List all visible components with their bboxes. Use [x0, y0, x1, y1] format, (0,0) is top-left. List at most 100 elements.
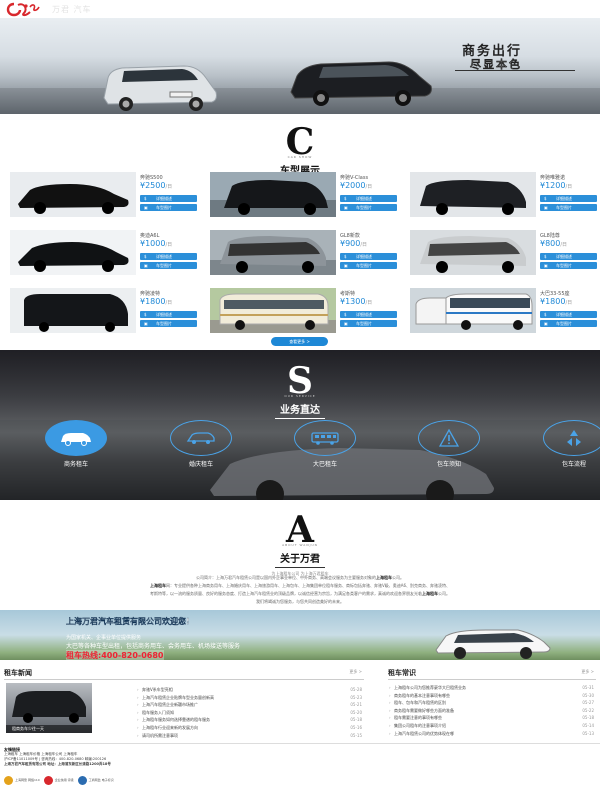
image-icon: ▣ [544, 321, 548, 326]
knowledge-item[interactable]: › 上海租车公司为您推荐豪华大巴租赁业务 05-31 [388, 684, 596, 692]
car-photo[interactable] [10, 230, 136, 275]
about-p3-keyword[interactable]: 上海租车 [422, 591, 438, 596]
knowledge-text: 上海汽车租赁公司的优势体现在哪 [394, 730, 454, 736]
knowledge-date: 05-18 [582, 715, 594, 721]
detail-button[interactable]: $ 详细描述 [540, 253, 597, 260]
detail-button[interactable]: $ 详细描述 [140, 195, 197, 202]
news-featured-image[interactable]: 租商务车少往一天 [6, 683, 92, 733]
car-card[interactable]: 奔驰V-Class ¥2000/日 $ 详细描述 ▣ 车型图片 [210, 172, 398, 217]
detail-button[interactable]: $ 详细描述 [540, 311, 597, 318]
detail-button[interactable]: $ 详细描述 [340, 253, 397, 260]
service-circle[interactable] [45, 420, 107, 456]
image-icon: ▣ [344, 205, 348, 210]
detail-label: 详细描述 [556, 254, 572, 259]
car-photo[interactable] [410, 288, 536, 333]
knowledge-item[interactable]: › 租车需要注意的事项有哪些 05-18 [388, 714, 596, 722]
news-item[interactable]: › 上海租车服务如何选择靠谱的租车服务 05-18 [136, 716, 364, 724]
car-card[interactable]: 奥迪A6L ¥1000/日 $ 详细描述 ▣ 车型图片 [10, 230, 198, 275]
car-photo[interactable] [210, 172, 336, 217]
car-card[interactable]: 奔驰凌特 ¥1800/日 $ 详细描述 ▣ 车型图片 [10, 288, 198, 333]
photos-label: 车型图片 [556, 205, 572, 210]
business-badge[interactable]: 工商网监 电子标识 [77, 776, 114, 785]
image-icon: ▣ [144, 321, 148, 326]
news-date: 05-21 [350, 702, 362, 708]
price-unit: /日 [365, 184, 373, 190]
detail-button[interactable]: $ 详细描述 [140, 311, 197, 318]
promo-banner[interactable]: 上海万君汽车租赁有限公司欢迎您! 为国家机关、企事业单位提供服务 大巴等各种车型… [0, 610, 600, 660]
news-item[interactable]: › 上海汽车租赁企业贴牌车型业务量创新高 05-23 [136, 694, 364, 702]
knowledge-column: 租车常识 更多 > › 上海租车公司为您推荐豪华大巴租赁业务 05-31 › 商务租车… [388, 668, 596, 737]
service-item-bus[interactable]: 大巴租车 [294, 420, 356, 468]
news-more-link[interactable]: 更多 > [349, 669, 362, 675]
service-item-business[interactable]: 商务租车 [45, 420, 107, 468]
news-item[interactable]: › 请司机所需注意事项 05-15 [136, 732, 364, 740]
section-underline [275, 567, 325, 568]
car-photo[interactable] [10, 288, 136, 333]
photos-button[interactable]: ▣ 车型图片 [340, 204, 397, 211]
car-card[interactable]: 大巴33-55座 ¥1800/日 $ 详细描述 ▣ 车型图片 [410, 288, 598, 333]
car-card[interactable]: GL8陆尊 ¥800/日 $ 详细描述 ▣ 车型图片 [410, 230, 598, 275]
banner-services-line: 大巴等各种车型出租，包括商务用车、会务用车、机场接送等服务 [66, 643, 241, 650]
price-value: ¥900 [340, 239, 361, 248]
photos-button[interactable]: ▣ 车型图片 [340, 262, 397, 269]
about-p2-keyword[interactable]: 上海租车 [150, 583, 166, 588]
car-card[interactable]: 奔驰S500 ¥2500/日 $ 详细描述 ▣ 车型图片 [10, 172, 198, 217]
car-info: 奔驰V-Class ¥2000/日 $ 详细描述 ▣ 车型图片 [340, 174, 398, 211]
price-value: ¥1000 [140, 239, 166, 248]
service-circle[interactable] [294, 420, 356, 456]
car-name: 奔驰V-Class [340, 175, 369, 181]
brand-logo[interactable] [4, 1, 48, 17]
detail-button[interactable]: $ 详细描述 [140, 253, 197, 260]
knowledge-item[interactable]: › 集团公司租车的注意事项介绍 05-14 [388, 722, 596, 730]
knowledge-item[interactable]: › 商务租车需要做好哪些方面的准备 05-22 [388, 707, 596, 715]
service-label: 包车须知 [436, 461, 461, 468]
news-header: 租车新闻 更多 > [4, 668, 364, 680]
knowledge-more-link[interactable]: 更多 > [581, 669, 594, 675]
knowledge-item[interactable]: › 租车、包车和汽车租赁的区别 05-27 [388, 699, 596, 707]
service-item-wedding[interactable]: 婚庆租车 [170, 420, 232, 468]
photos-button[interactable]: ▣ 车型图片 [140, 204, 197, 211]
car-photo[interactable] [210, 230, 336, 275]
logo-wordmark: 万君 汽车 [52, 5, 92, 14]
car-card[interactable]: 奔驰唯雅诺 ¥1200/日 $ 详细描述 ▣ 车型图片 [410, 172, 598, 217]
service-circle[interactable] [543, 420, 600, 456]
photos-button[interactable]: ▣ 车型图片 [140, 320, 197, 327]
credit-badge[interactable]: 企业信用 评级 [43, 776, 74, 785]
detail-button[interactable]: $ 详细描述 [540, 195, 597, 202]
news-item[interactable]: › 租车服务入门须知 05-20 [136, 709, 364, 717]
photos-button[interactable]: ▣ 车型图片 [540, 262, 597, 269]
news-item[interactable]: › 上海租车行业迎来新的发展方向 05-16 [136, 724, 364, 732]
car-card[interactable]: 考斯特 ¥1300/日 $ 详细描述 ▣ 车型图片 [210, 288, 398, 333]
price-unit: /日 [560, 242, 568, 248]
section-en: ABOUT WANJUN [282, 543, 318, 547]
news-item[interactable]: › 上海汽车租赁企业新疆市场推广 05-21 [136, 701, 364, 709]
service-item-notice[interactable]: 包车须知 [418, 420, 480, 468]
car-photo[interactable] [410, 230, 536, 275]
car-photo[interactable] [210, 288, 336, 333]
photos-button[interactable]: ▣ 车型图片 [540, 320, 597, 327]
bullet-icon: › [137, 717, 139, 723]
dollar-icon: $ [344, 254, 347, 259]
photos-label: 车型图片 [556, 321, 572, 326]
bullet-icon: › [389, 707, 391, 713]
knowledge-item[interactable]: › 上海汽车租赁公司的优势体现在哪 05-13 [388, 730, 596, 738]
photos-button[interactable]: ▣ 车型图片 [340, 320, 397, 327]
news-item[interactable]: › 奔驰V系车型亮相 05-28 [136, 686, 364, 694]
section-letter: C [285, 121, 315, 163]
photos-button[interactable]: ▣ 车型图片 [540, 204, 597, 211]
knowledge-item[interactable]: › 商务租车的基本注意事项有哪些 05-30 [388, 692, 596, 700]
car-photo[interactable] [410, 172, 536, 217]
photos-button[interactable]: ▣ 车型图片 [140, 262, 197, 269]
banner-title: 上海万君汽车租赁有限公司欢迎您! [66, 617, 190, 626]
service-circle[interactable] [170, 420, 232, 456]
car-photo[interactable] [10, 172, 136, 217]
service-item-process[interactable]: 包车流程 [543, 420, 600, 468]
detail-button[interactable]: $ 详细描述 [340, 195, 397, 202]
news-photo [12, 691, 86, 723]
about-p1-keyword[interactable]: 上海租车 [376, 575, 392, 580]
view-more-button[interactable]: 查看更多 > [271, 337, 328, 346]
police-badge[interactable]: 上海网警 网络110 [4, 776, 40, 785]
detail-button[interactable]: $ 详细描述 [340, 311, 397, 318]
service-circle[interactable] [418, 420, 480, 456]
car-card[interactable]: GL8新款 ¥900/日 $ 详细描述 ▣ 车型图片 [210, 230, 398, 275]
